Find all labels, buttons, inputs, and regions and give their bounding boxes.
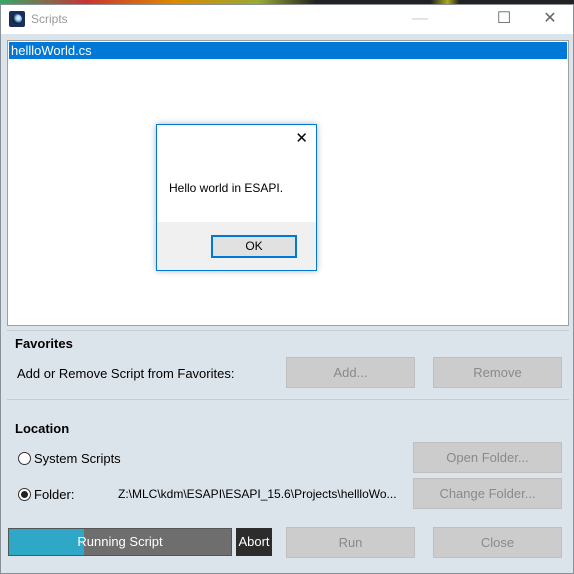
divider	[7, 330, 569, 331]
title-bar: Scripts — ☐ ✕	[1, 5, 573, 34]
message-dialog: ✕ Hello world in ESAPI. OK	[156, 124, 317, 271]
minimize-button[interactable]: —	[397, 5, 443, 34]
open-folder-button[interactable]: Open Folder...	[413, 442, 562, 473]
add-button[interactable]: Add...	[286, 357, 415, 388]
folder-radio[interactable]	[18, 488, 31, 501]
progress-label: Running Script	[77, 534, 163, 549]
favorites-description: Add or Remove Script from Favorites:	[17, 366, 235, 381]
abort-button[interactable]: Abort	[236, 528, 272, 556]
app-icon	[9, 11, 25, 27]
close-window-button[interactable]: Close	[433, 527, 562, 558]
dialog-close-button[interactable]: ✕	[295, 129, 308, 147]
divider	[7, 399, 569, 400]
folder-path: Z:\MLC\kdm\ESAPI\ESAPI_15.6\Projects\hel…	[118, 487, 397, 501]
ok-button[interactable]: OK	[211, 235, 297, 258]
scripts-window: Scripts — ☐ ✕ hellloWorld.cs Favorites A…	[0, 4, 574, 574]
system-scripts-label: System Scripts	[34, 451, 121, 466]
dialog-footer: OK	[157, 222, 316, 270]
progress-bar: Running Script	[8, 528, 232, 556]
folder-label: Folder:	[34, 487, 75, 502]
system-scripts-radio[interactable]	[18, 452, 31, 465]
list-item[interactable]: hellloWorld.cs	[9, 42, 567, 59]
remove-button[interactable]: Remove	[433, 357, 562, 388]
maximize-button[interactable]: ☐	[481, 5, 527, 34]
dialog-message: Hello world in ESAPI.	[169, 181, 284, 195]
run-button[interactable]: Run	[286, 527, 415, 558]
close-button[interactable]: ✕	[527, 5, 573, 34]
change-folder-button[interactable]: Change Folder...	[413, 478, 562, 509]
window-title: Scripts	[31, 12, 68, 26]
favorites-heading: Favorites	[15, 336, 73, 351]
location-heading: Location	[15, 421, 70, 436]
